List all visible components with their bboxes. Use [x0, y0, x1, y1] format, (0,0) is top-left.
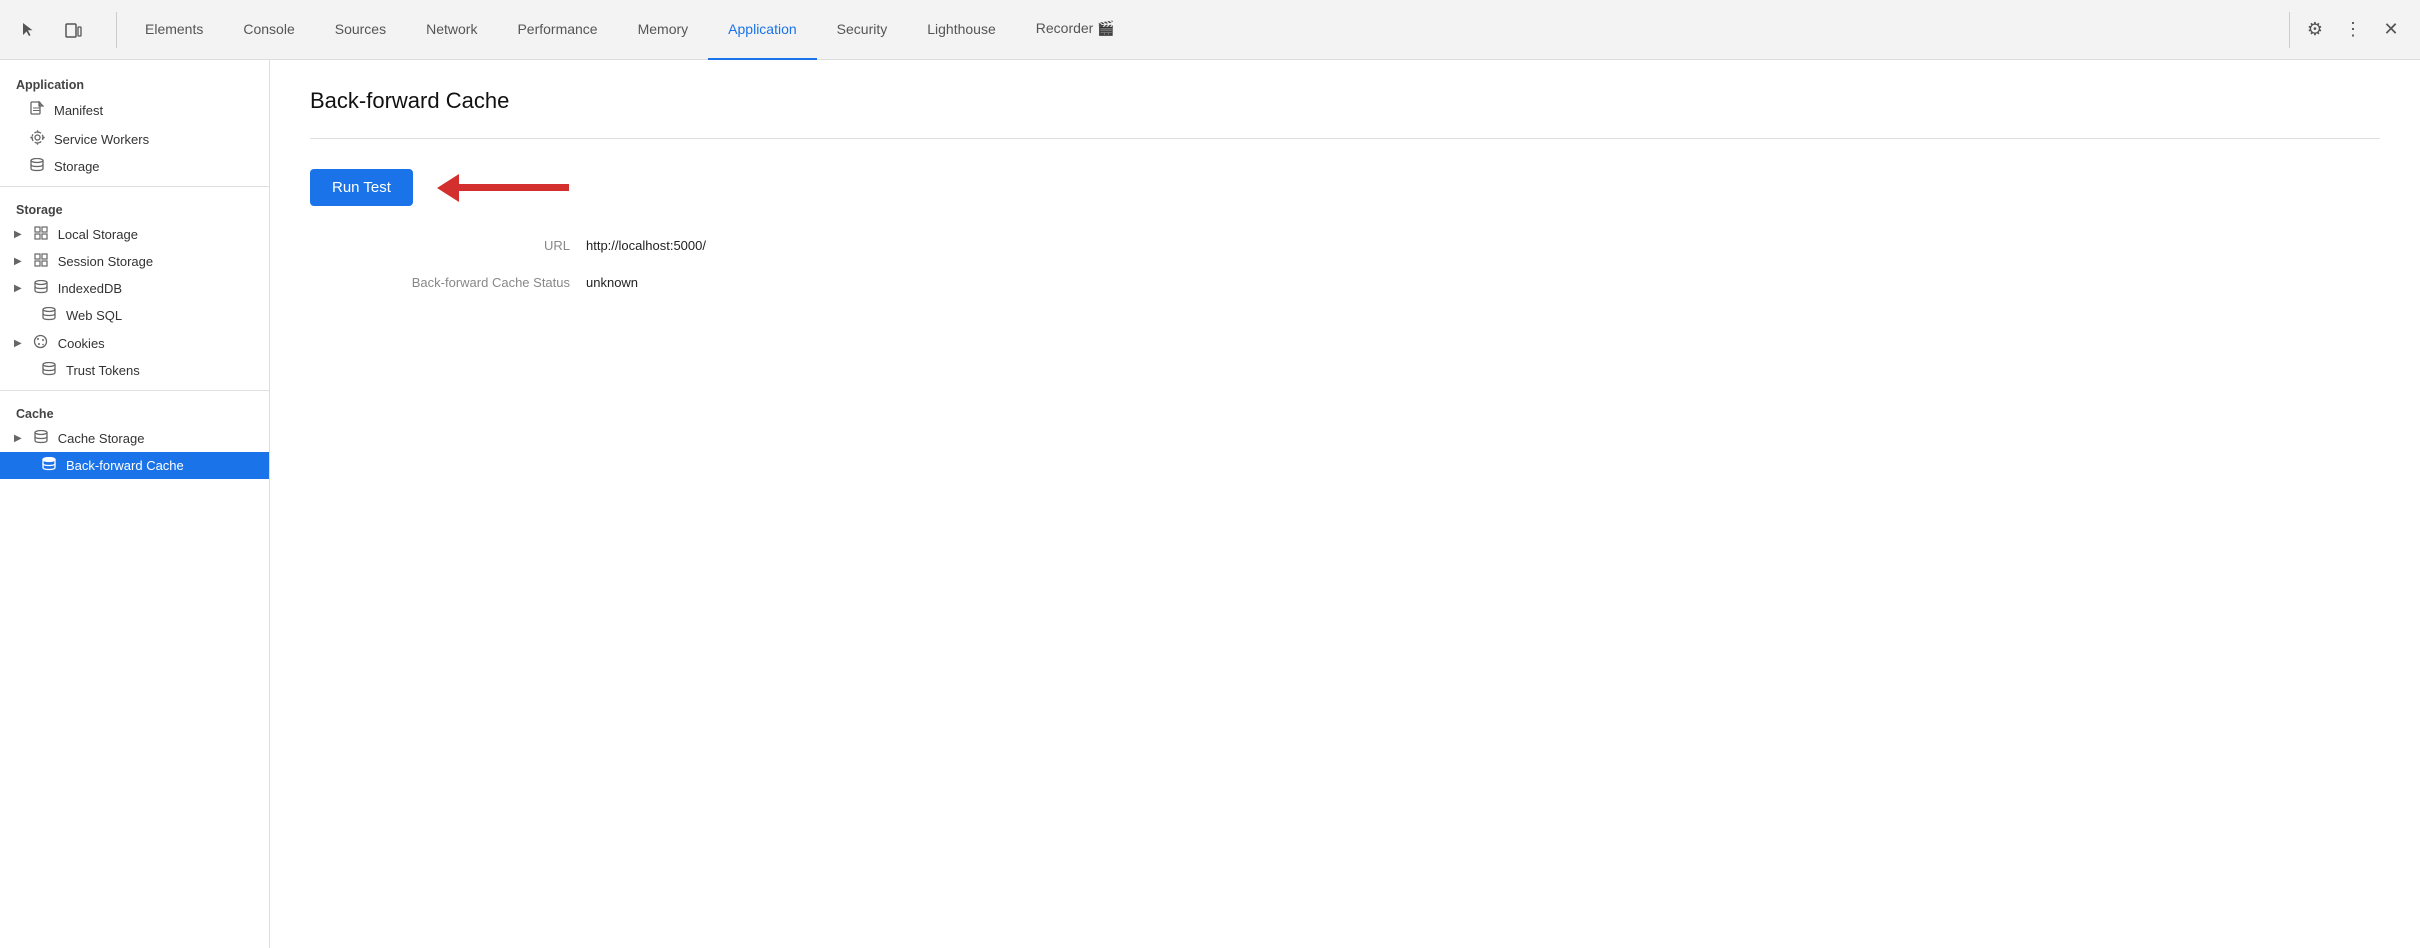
db-icon-trust [40, 362, 58, 379]
device-icon [64, 21, 82, 39]
tab-console[interactable]: Console [223, 0, 314, 60]
tab-sources[interactable]: Sources [315, 0, 406, 60]
top-red-arrow [437, 174, 569, 202]
sidebar-session-storage-label: Session Storage [58, 254, 153, 269]
db-icon-indexed [32, 280, 50, 297]
url-row: URL http://localhost:5000/ [310, 238, 2380, 253]
sidebar-item-trust-tokens[interactable]: Trust Tokens [0, 357, 269, 384]
gear-icon [28, 130, 46, 148]
arrow-line-top [459, 184, 569, 191]
sidebar-service-workers-label: Service Workers [54, 132, 149, 147]
doc-icon [28, 101, 46, 120]
sidebar-item-manifest[interactable]: Manifest [0, 96, 269, 125]
sidebar-indexeddb-label: IndexedDB [58, 281, 122, 296]
main-layout: Application Manifest Service Workers Sto… [0, 60, 2420, 948]
cursor-icon [20, 21, 38, 39]
content-area: Back-forward Cache Run Test URL http://l… [270, 60, 2420, 948]
cache-status-row: Back-forward Cache Status unknown [310, 275, 2380, 290]
grid-icon-local [32, 226, 50, 243]
sidebar-item-cache-storage[interactable]: ▶ Cache Storage [0, 425, 269, 452]
sidebar-item-local-storage[interactable]: ▶ Local Storage [0, 221, 269, 248]
run-test-button[interactable]: Run Test [310, 169, 413, 206]
sidebar-item-cookies[interactable]: ▶ Cookies [0, 329, 269, 357]
sidebar-back-forward-cache-label: Back-forward Cache [66, 458, 184, 473]
sidebar-divider-2 [0, 390, 269, 391]
url-label: URL [310, 238, 570, 253]
nav-right-actions: ⚙ ⋮ ✕ [2298, 13, 2408, 47]
arrow-cache-storage: ▶ [14, 433, 22, 444]
sidebar-backforward-row: Back-forward Cache [0, 452, 269, 479]
sidebar-storage-label: Storage [54, 159, 100, 174]
sidebar-section-storage: Storage [0, 193, 269, 221]
arrow-head-top [437, 174, 459, 202]
sidebar-cache-storage-label: Cache Storage [58, 431, 145, 446]
sidebar-cookies-label: Cookies [58, 336, 105, 351]
sidebar-local-storage-label: Local Storage [58, 227, 138, 242]
tab-application[interactable]: Application [708, 0, 817, 60]
sidebar-trust-tokens-label: Trust Tokens [66, 363, 140, 378]
cursor-icon-btn[interactable] [12, 13, 46, 47]
nav-divider-right [2289, 12, 2290, 48]
sidebar-item-service-workers[interactable]: Service Workers [0, 125, 269, 153]
db-fill-icon [40, 457, 58, 474]
arrow-session-storage: ▶ [14, 256, 22, 267]
cache-status-label: Back-forward Cache Status [310, 275, 570, 290]
tab-memory[interactable]: Memory [618, 0, 709, 60]
url-value: http://localhost:5000/ [586, 238, 706, 253]
tab-recorder[interactable]: Recorder 🎬 [1016, 0, 1135, 60]
sidebar-section-cache: Cache [0, 397, 269, 425]
tab-performance[interactable]: Performance [497, 0, 617, 60]
cookie-icon [32, 334, 50, 352]
sidebar-divider-1 [0, 186, 269, 187]
arrow-indexeddb: ▶ [14, 283, 22, 294]
tab-lighthouse[interactable]: Lighthouse [907, 0, 1016, 60]
cache-status-value: unknown [586, 275, 638, 290]
sidebar-item-indexeddb[interactable]: ▶ IndexedDB [0, 275, 269, 302]
sidebar-item-back-forward-cache[interactable]: Back-forward Cache [0, 452, 269, 479]
content-divider [310, 138, 2380, 139]
nav-icon-group [12, 13, 90, 47]
sidebar: Application Manifest Service Workers Sto… [0, 60, 270, 948]
run-test-row: Run Test [310, 169, 2380, 206]
page-title: Back-forward Cache [310, 88, 2380, 114]
close-btn[interactable]: ✕ [2374, 13, 2408, 47]
more-btn[interactable]: ⋮ [2336, 13, 2370, 47]
sidebar-manifest-label: Manifest [54, 103, 103, 118]
sidebar-section-application: Application [0, 68, 269, 96]
storage-icon [28, 158, 46, 175]
tab-elements[interactable]: Elements [125, 0, 223, 60]
db-icon-websql [40, 307, 58, 324]
top-nav: Elements Console Sources Network Perform… [0, 0, 2420, 60]
settings-btn[interactable]: ⚙ [2298, 13, 2332, 47]
sidebar-item-web-sql[interactable]: Web SQL [0, 302, 269, 329]
nav-divider-left [116, 12, 117, 48]
nav-tabs: Elements Console Sources Network Perform… [125, 0, 2281, 60]
db-icon-cache [32, 430, 50, 447]
sidebar-item-session-storage[interactable]: ▶ Session Storage [0, 248, 269, 275]
tab-security[interactable]: Security [817, 0, 908, 60]
grid-icon-session [32, 253, 50, 270]
sidebar-web-sql-label: Web SQL [66, 308, 122, 323]
sidebar-item-storage[interactable]: Storage [0, 153, 269, 180]
arrow-cookies: ▶ [14, 338, 22, 349]
arrow-local-storage: ▶ [14, 229, 22, 240]
device-toggle-btn[interactable] [56, 13, 90, 47]
tab-network[interactable]: Network [406, 0, 497, 60]
